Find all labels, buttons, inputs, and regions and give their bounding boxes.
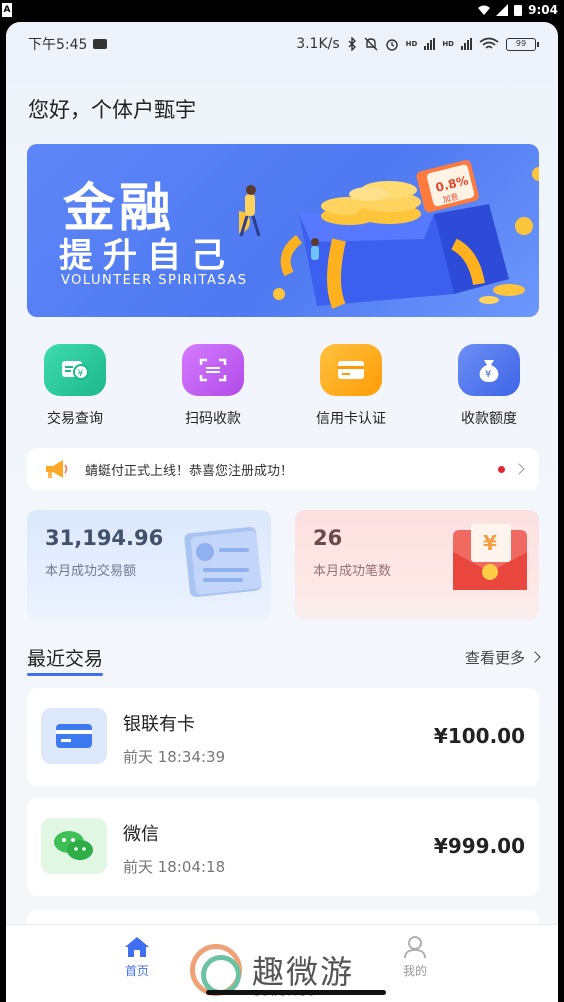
monthly-amount-value: 31,194.96 xyxy=(45,526,164,550)
watermark: 趣微游 QUWEIYOU xyxy=(190,944,355,998)
recent-transactions-header: 最近交易 查看更多 xyxy=(27,642,541,676)
quick-action-label: 扫码收款 xyxy=(185,411,241,427)
battery-icon xyxy=(514,5,523,16)
wechat-icon xyxy=(41,818,107,874)
promo-banner[interactable]: 金融 提升自己 VOLUNTEER SPIRITASAS 0.8% 加息 xyxy=(27,144,539,317)
chevron-right-icon xyxy=(529,651,541,663)
transaction-amount: ¥100.00 xyxy=(433,724,525,748)
device-status-bar: A 9:04 xyxy=(0,0,564,22)
recent-transactions-title: 最近交易 xyxy=(27,644,104,676)
tab-home[interactable]: 首页 xyxy=(124,935,150,979)
unread-dot xyxy=(498,465,505,473)
status-bar: 下午5:45 3.1K/s HD HD 99 xyxy=(6,22,558,66)
quick-action-label: 收款额度 xyxy=(461,411,517,427)
quick-action-label: 交易查询 xyxy=(47,411,103,427)
home-icon xyxy=(124,935,150,959)
svg-text:¥: ¥ xyxy=(483,531,497,555)
watermark-text: 趣微游 xyxy=(252,953,355,991)
tab-mine[interactable]: 我的 xyxy=(402,935,428,979)
announcement-bar[interactable]: 蜻蜓付正式上线！恭喜您注册成功！ xyxy=(27,448,539,490)
transaction-name: 银联有卡 xyxy=(123,714,195,735)
mute-bell-icon xyxy=(364,37,378,51)
signal-icon xyxy=(496,4,509,16)
banner-subtitle: 提升自己 xyxy=(59,236,235,276)
view-more-link[interactable]: 查看更多 xyxy=(464,647,541,668)
credit-card-icon xyxy=(320,344,382,396)
chevron-right-icon xyxy=(513,463,525,475)
signal-strength-icon xyxy=(424,38,436,50)
megaphone-icon xyxy=(46,460,68,478)
transaction-query-icon: ¥ xyxy=(44,344,106,396)
monthly-amount-label: 本月成功交易额 xyxy=(45,564,137,579)
tab-home-label: 首页 xyxy=(124,964,149,978)
profile-icon xyxy=(402,935,428,959)
scan-qr-icon xyxy=(182,344,244,396)
device-time: 9:04 xyxy=(528,3,558,17)
svg-text:¥: ¥ xyxy=(78,369,84,379)
monthly-count-label: 本月成功笔数 xyxy=(313,564,392,579)
bank-card-icon xyxy=(41,708,107,764)
money-bag-icon: ¥ xyxy=(458,344,520,396)
battery-indicator: 99 xyxy=(506,37,539,51)
status-time: 下午5:45 xyxy=(28,37,88,53)
alarm-icon xyxy=(385,39,398,51)
signal-strength-icon-2 xyxy=(461,38,472,50)
hd-label-1: HD xyxy=(405,40,418,48)
greeting-text: 您好，个体户甄宇 xyxy=(28,98,196,122)
tab-mine-label: 我的 xyxy=(402,964,427,978)
quick-action-payment-limit[interactable]: ¥ 收款额度 xyxy=(434,344,544,430)
transaction-row[interactable]: 银联有卡 前天 18:34:39 ¥100.00 xyxy=(27,688,539,786)
wifi-status-icon xyxy=(479,37,499,49)
quick-action-label: 信用卡认证 xyxy=(316,411,386,427)
home-indicator[interactable] xyxy=(206,990,386,995)
quick-action-scan-pay[interactable]: 扫码收款 xyxy=(158,344,268,430)
view-more-label: 查看更多 xyxy=(464,648,525,667)
announcement-text: 蜻蜓付正式上线！恭喜您注册成功！ xyxy=(85,463,294,479)
watermark-logo-icon xyxy=(190,944,242,996)
transaction-row[interactable]: 微信 前天 18:04:18 ¥999.00 xyxy=(27,798,539,896)
bluetooth-icon xyxy=(348,37,356,51)
monthly-count-value: 26 xyxy=(313,526,343,550)
receipt-icon xyxy=(184,527,262,597)
net-speed: 3.1K/s xyxy=(296,36,340,52)
transaction-time: 前天 18:04:18 xyxy=(123,858,226,876)
quick-action-transaction-query[interactable]: ¥ 交易查询 xyxy=(20,344,130,430)
transaction-amount: ¥999.00 xyxy=(433,834,525,858)
transaction-time: 前天 18:34:39 xyxy=(123,748,226,766)
transaction-name: 微信 xyxy=(123,824,159,845)
notification-a-icon: A xyxy=(2,3,12,17)
banner-illustration: 0.8% 加息 xyxy=(239,160,539,309)
quick-actions: ¥ 交易查询 扫码收款 信用卡认证 ¥ 收款额度 xyxy=(20,344,544,430)
monthly-amount-card[interactable]: 31,194.96 本月成功交易额 xyxy=(27,510,271,620)
quick-action-credit-card-verify[interactable]: 信用卡认证 xyxy=(296,344,406,430)
banner-english: VOLUNTEER SPIRITASAS xyxy=(61,273,248,288)
wifi-icon xyxy=(478,5,491,15)
app-screen: 下午5:45 3.1K/s HD HD 99 您好，个体户甄宇 金融 提升自己 … xyxy=(6,22,558,1002)
monthly-count-card[interactable]: 26 本月成功笔数 ¥ xyxy=(295,510,539,620)
svg-text:¥: ¥ xyxy=(485,369,491,380)
message-icon xyxy=(93,39,108,49)
hd-label-2: HD xyxy=(442,40,454,48)
red-envelope-icon: ¥ xyxy=(453,524,527,590)
